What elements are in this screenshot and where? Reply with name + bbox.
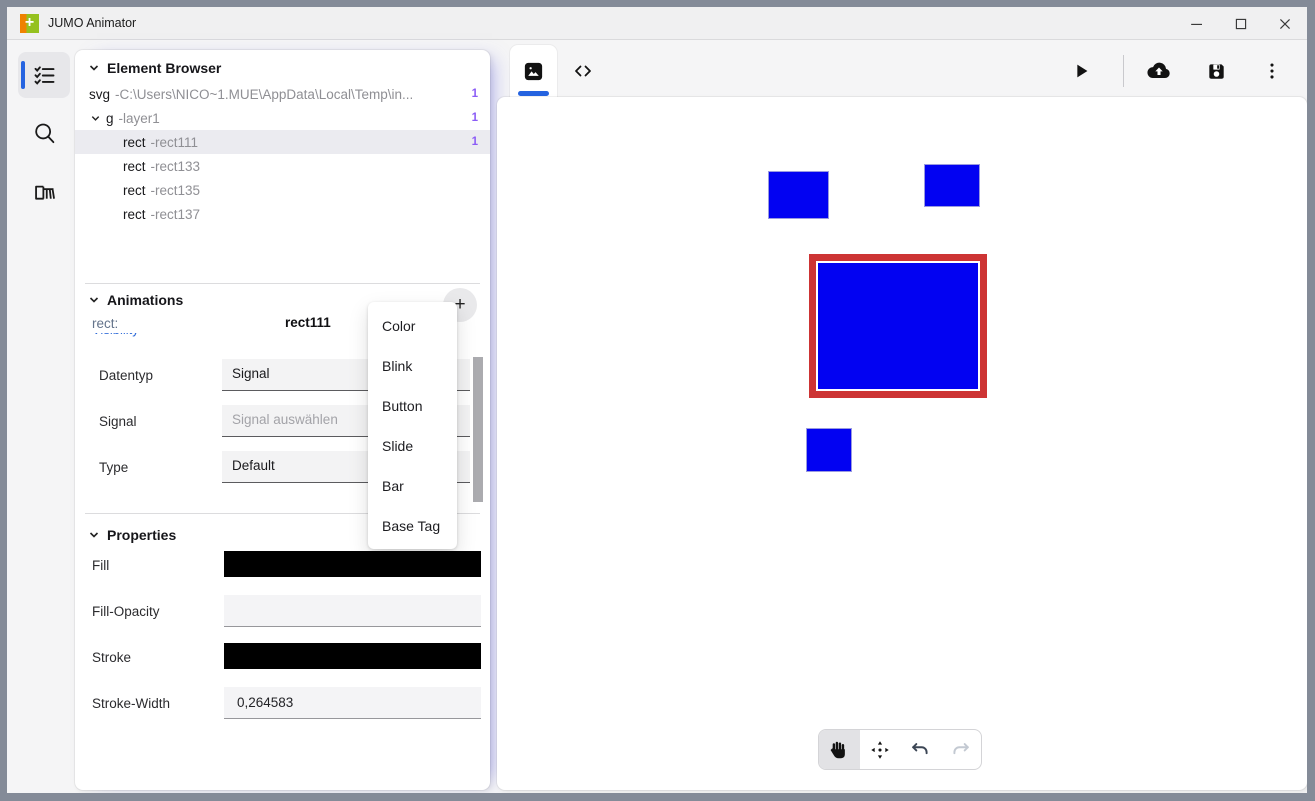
animation-count-badge: 1 [472, 136, 478, 148]
hand-icon [828, 739, 850, 761]
tab-code[interactable] [569, 57, 597, 85]
sidebar-item-elements[interactable] [18, 52, 70, 98]
kebab-menu-icon [1261, 60, 1283, 82]
fill-color-swatch[interactable] [224, 551, 481, 577]
app-logo-icon: + [20, 14, 39, 33]
window-title: JUMO Animator [48, 7, 136, 40]
properties-title: Properties [107, 527, 176, 543]
datentyp-label: Datentyp [99, 368, 153, 383]
redo-button[interactable] [941, 730, 982, 769]
menu-item-base-tag[interactable]: Base Tag [368, 506, 457, 546]
fill-label: Fill [92, 558, 109, 573]
svg-rect[interactable] [806, 428, 852, 472]
svg-rect[interactable] [924, 164, 980, 207]
fill-opacity-label: Fill-Opacity [92, 604, 160, 619]
code-icon [571, 59, 595, 83]
undo-icon [909, 739, 931, 761]
tab-design[interactable] [510, 45, 557, 97]
add-animation-menu: Color Blink Button Slide Bar Base Tag [368, 302, 457, 549]
animations-title: Animations [107, 292, 183, 308]
tree-row-svg[interactable]: svg -C:\Users\NICO~1.MUE\AppData\Local\T… [75, 82, 490, 106]
menu-item-color[interactable]: Color [368, 306, 457, 346]
sidebar-item-search[interactable] [18, 110, 70, 156]
stroke-color-swatch[interactable] [224, 643, 481, 669]
element-browser-header[interactable]: Element Browser [88, 60, 221, 76]
cloud-upload-icon [1146, 58, 1172, 84]
play-icon [1070, 60, 1092, 82]
stroke-label: Stroke [92, 650, 131, 665]
left-panel: Element Browser svg -C:\Users\NICO~1.MUE… [75, 50, 490, 790]
svg-canvas[interactable] [497, 97, 1307, 790]
active-tab-indicator [518, 91, 549, 96]
animations-scrollbar[interactable] [473, 357, 483, 502]
selected-element-label: rect: [92, 316, 118, 331]
element-browser-title: Element Browser [107, 60, 221, 76]
save-button[interactable] [1198, 53, 1234, 89]
animation-count-badge: 1 [472, 112, 478, 124]
maximize-button[interactable] [1219, 7, 1263, 40]
canvas-toolbar [818, 729, 982, 770]
titlebar: + JUMO Animator [7, 7, 1307, 40]
move-icon [869, 739, 891, 761]
stroke-width-label: Stroke-Width [92, 696, 170, 711]
maximize-icon [1231, 14, 1251, 34]
animation-count-badge: 1 [472, 88, 478, 100]
menu-item-button[interactable]: Button [368, 386, 457, 426]
chevron-down-icon [88, 529, 100, 541]
play-button[interactable] [1063, 53, 1099, 89]
menu-item-slide[interactable]: Slide [368, 426, 457, 466]
tree-row-rect111[interactable]: rect -rect111 1 [75, 130, 490, 154]
sidebar-item-library[interactable] [18, 169, 70, 215]
section-divider [85, 283, 480, 284]
tree-row-rect135[interactable]: rect -rect135 [75, 178, 490, 202]
redo-icon [950, 739, 972, 761]
animation-tab-clipped[interactable]: Visibility [92, 333, 164, 340]
minimize-button[interactable] [1175, 7, 1219, 40]
undo-button[interactable] [900, 730, 941, 769]
chevron-down-icon [88, 294, 100, 306]
tree-row-g-layer1[interactable]: g -layer1 1 [75, 106, 490, 130]
chevron-down-icon [90, 113, 101, 124]
more-options-button[interactable] [1254, 53, 1290, 89]
close-button[interactable] [1263, 7, 1307, 40]
type-label: Type [99, 460, 128, 475]
properties-header[interactable]: Properties [88, 527, 176, 543]
selection-ring[interactable] [809, 254, 987, 398]
tree-row-rect137[interactable]: rect -rect137 [75, 202, 490, 226]
minimize-icon [1187, 14, 1207, 34]
toolbar-divider [1123, 55, 1124, 87]
element-tree: svg -C:\Users\NICO~1.MUE\AppData\Local\T… [75, 82, 490, 226]
animations-header[interactable]: Animations [88, 292, 183, 308]
menu-item-blink[interactable]: Blink [368, 346, 457, 386]
image-icon [522, 60, 545, 83]
pan-tool-button[interactable] [819, 730, 860, 769]
app-window: + JUMO Animator [7, 7, 1307, 793]
upload-button[interactable] [1141, 53, 1177, 89]
menu-item-bar[interactable]: Bar [368, 466, 457, 506]
selected-element-name: rect111 [285, 315, 331, 330]
svg-rect [818, 263, 978, 389]
signal-label: Signal [99, 414, 137, 429]
close-icon [1275, 14, 1295, 34]
search-icon [31, 120, 58, 147]
library-icon [31, 179, 58, 206]
save-icon [1205, 60, 1228, 83]
stroke-width-input[interactable]: 0,264583 [224, 687, 481, 719]
checklist-icon [31, 62, 58, 89]
fill-opacity-input[interactable] [224, 595, 481, 627]
tree-row-rect133[interactable]: rect -rect133 [75, 154, 490, 178]
chevron-down-icon [88, 62, 100, 74]
svg-rect[interactable] [768, 171, 829, 219]
move-tool-button[interactable] [860, 730, 901, 769]
